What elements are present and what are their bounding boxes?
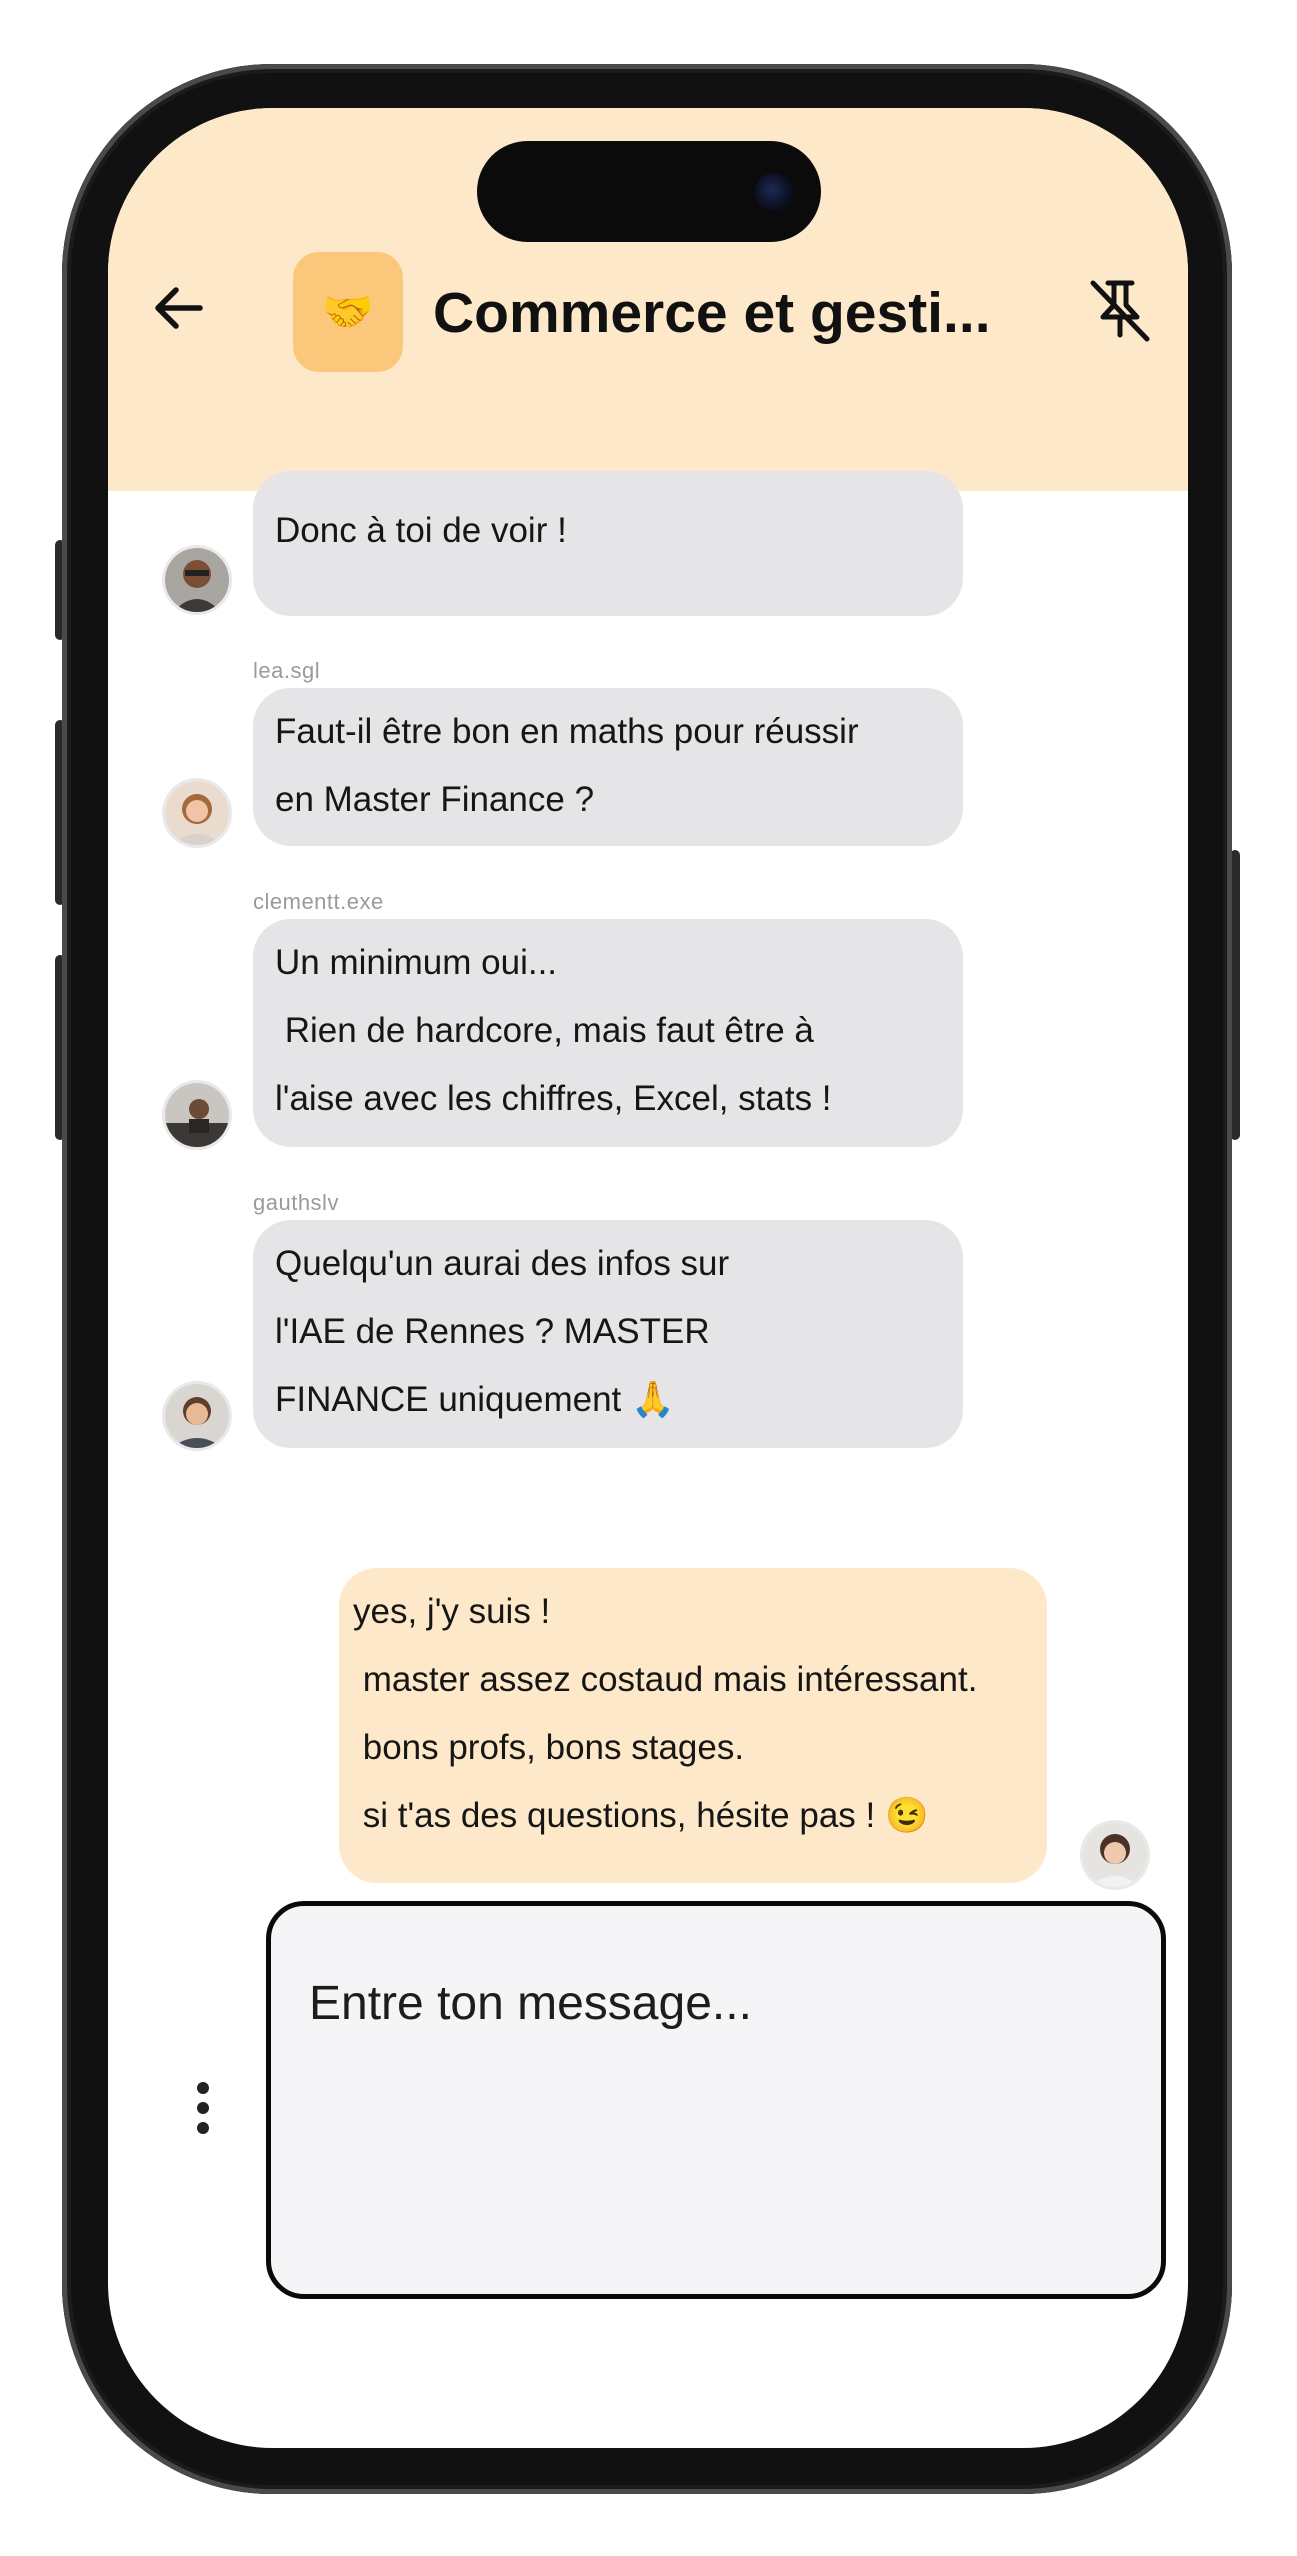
message-text: en Master Finance ? <box>275 780 595 819</box>
user-avatar-icon <box>165 781 229 845</box>
chat-header: 🤝 Commerce et gesti... <box>108 108 1188 491</box>
message-input-placeholder: Entre ton message... <box>309 1977 752 2030</box>
message-text: Rien de hardcore, mais faut être à <box>275 1011 814 1050</box>
message-bubble[interactable]: Donc à toi de voir ! <box>253 471 963 616</box>
user-avatar-icon <box>165 1384 229 1448</box>
group-avatar[interactable]: 🤝 <box>293 252 403 372</box>
username[interactable]: lea.sgl <box>253 658 320 684</box>
avatar[interactable] <box>165 781 229 845</box>
message-text: Faut-il être bon en maths pour réussir <box>275 712 859 751</box>
avatar[interactable] <box>165 548 229 612</box>
front-camera <box>755 173 793 211</box>
message-text: bons profs, bons stages. <box>353 1728 745 1767</box>
handshake-icon: 🤝 <box>321 287 375 335</box>
message-bubble[interactable]: Un minimum oui... Rien de hardcore, mais… <box>253 919 963 1147</box>
avatar[interactable] <box>165 1083 229 1147</box>
my-avatar[interactable] <box>1083 1823 1147 1887</box>
unpin-button[interactable] <box>1083 273 1157 347</box>
message-text: l'IAE de Rennes ? MASTER <box>275 1312 710 1351</box>
dynamic-island <box>477 141 821 242</box>
message-bubble[interactable]: Quelqu'un aurai des infos sur l'IAE de R… <box>253 1220 963 1448</box>
message-text: master assez costaud mais intéressant. <box>353 1660 978 1699</box>
message-text: l'aise avec les chiffres, Excel, stats ! <box>275 1079 832 1118</box>
more-vertical-icon <box>197 2082 209 2134</box>
screen: 🤝 Commerce et gesti... Donc à toi de voi… <box>108 108 1188 2448</box>
message-text: yes, j'y suis ! <box>353 1592 551 1631</box>
message-text: FINANCE uniquement 🙏 <box>275 1380 675 1419</box>
pin-off-icon <box>1090 280 1150 342</box>
message-text: si t'as des questions, hésite pas ! 😉 <box>353 1796 929 1835</box>
username[interactable]: gauthslv <box>253 1190 339 1216</box>
back-button[interactable] <box>148 276 212 340</box>
avatar[interactable] <box>165 1384 229 1448</box>
my-message-bubble[interactable]: yes, j'y suis ! master assez costaud mai… <box>339 1568 1047 1883</box>
message-text: Donc à toi de voir ! <box>275 511 567 550</box>
message-text: Un minimum oui... <box>275 943 558 982</box>
message-bubble[interactable]: Faut-il être bon en maths pour réussir e… <box>253 688 963 846</box>
user-avatar-icon <box>165 1083 229 1147</box>
user-avatar-icon <box>1083 1823 1147 1887</box>
user-avatar-icon <box>165 548 229 612</box>
message-input[interactable]: Entre ton message... <box>266 1901 1166 2299</box>
arrow-left-icon <box>155 287 203 329</box>
message-text: Quelqu'un aurai des infos sur <box>275 1244 730 1283</box>
group-title[interactable]: Commerce et gesti... <box>433 280 993 346</box>
username[interactable]: clementt.exe <box>253 889 384 915</box>
more-options-button[interactable] <box>188 2078 218 2138</box>
